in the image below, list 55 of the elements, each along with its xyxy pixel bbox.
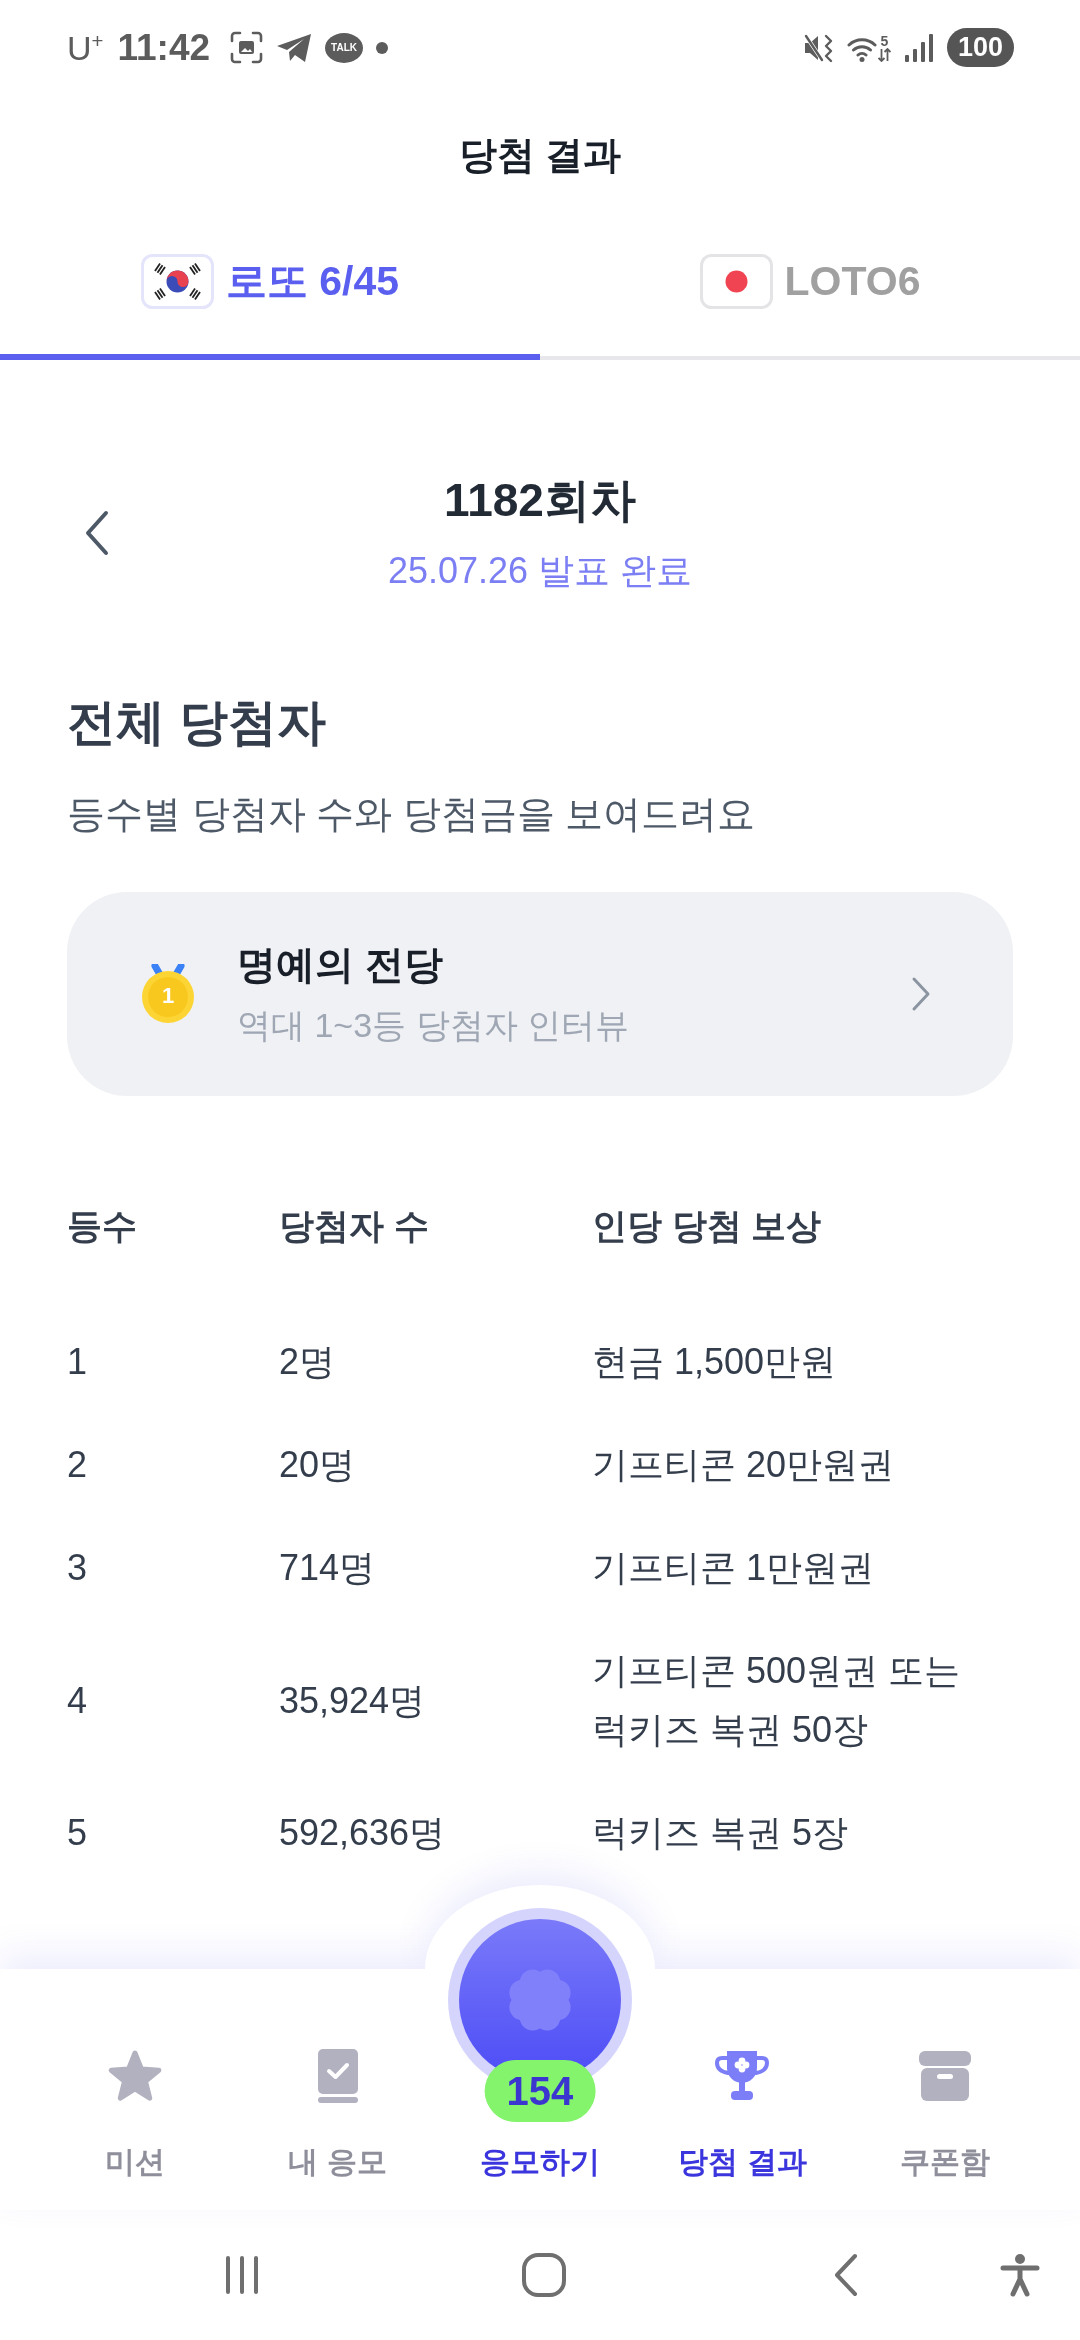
column-header: 인당 당첨 보상 — [592, 1204, 823, 1247]
nav-tab[interactable]: 당첨 결과 — [641, 1969, 844, 2182]
section-subtitle: 등수별 당첨자 수와 당첨금을 보여드려요 — [67, 792, 757, 837]
table-cell-text: 35,924명 — [279, 1678, 427, 1723]
table-cell-text: 기프티콘 1만원권 — [592, 1546, 876, 1590]
home-icon[interactable] — [522, 2253, 566, 2297]
wifi-band-label: 5 — [880, 33, 889, 48]
table-cell-text: 3 — [67, 1546, 89, 1590]
paper-plane-icon — [276, 32, 313, 63]
screenshot-icon — [230, 31, 264, 64]
card-title: 명예의 전당 — [237, 942, 444, 988]
table-cell-text: 714명 — [279, 1546, 377, 1590]
mute-icon — [803, 32, 834, 63]
column-header: 당첨자 수 — [279, 1204, 430, 1247]
table-cell-text: 2 — [67, 1443, 89, 1487]
carrier-label: U$^{+}$ — [67, 27, 104, 68]
medal-number: 1 — [161, 984, 175, 1008]
nav-tab[interactable]: 쿠폰함 — [843, 1969, 1046, 2182]
japanese-flag-icon — [699, 254, 773, 309]
lottery-tab[interactable]: 로또 6/45 — [0, 215, 540, 360]
data-arrows-icon — [878, 47, 891, 62]
card-subtitle: 역대 1~3등 당첨자 인터뷰 — [237, 1005, 630, 1046]
table-cell-text: 1 — [67, 1340, 89, 1384]
section-title: 전체 당첨자 — [67, 694, 327, 751]
nav-tab[interactable]: 미션 — [34, 1969, 237, 2182]
announcement-date: 25.07.26 발표 완료 — [387, 549, 693, 593]
table-cell-text: 기프티콘 500원권 또는 럭키즈 복권 50장 — [592, 1649, 962, 1752]
table-cell-text: 럭키즈 복권 5장 — [592, 1811, 850, 1855]
table-cell-text: 592,636명 — [279, 1811, 447, 1855]
table-cell-text: 2명 — [279, 1340, 337, 1384]
clock-time: 11:42 — [117, 27, 211, 68]
entry-button[interactable]: 154 응모하기 — [438, 1908, 642, 2182]
medal-icon — [140, 964, 196, 1024]
wifi-icon — [847, 35, 877, 62]
table-cell-text: 20명 — [279, 1443, 357, 1487]
column-header: 등수 — [67, 1204, 138, 1247]
talk-bubble-badge: TALK — [325, 32, 364, 63]
ticket-count-badge: 154 — [484, 2060, 596, 2122]
back-chevron-icon — [83, 509, 111, 556]
table-cell-text: 기프티콘 20만원권 — [592, 1443, 896, 1487]
lottery-tab[interactable]: LOTO6 — [540, 215, 1080, 360]
nav-tab[interactable]: 내 응모 — [236, 1969, 439, 2182]
back-icon[interactable] — [833, 2253, 859, 2297]
notification-dot-icon — [376, 41, 389, 54]
table-cell-text: 5 — [67, 1811, 89, 1855]
table-cell-text: 현금 1,500만원 — [592, 1340, 838, 1384]
round-number: 1182회차 — [444, 473, 636, 528]
page-title: 당첨 결과 — [458, 132, 622, 178]
battery-level: 100 — [947, 28, 1014, 67]
chevron-right-icon — [911, 976, 931, 1012]
table-cell-text: 4 — [67, 1678, 89, 1723]
signal-icon — [904, 32, 934, 63]
hall-of-fame-card[interactable]: 1 명예의 전당 역대 1~3등 당첨자 인터뷰 — [67, 892, 1013, 1096]
korean-flag-icon — [140, 254, 214, 309]
accessibility-icon[interactable] — [1000, 2253, 1040, 2297]
